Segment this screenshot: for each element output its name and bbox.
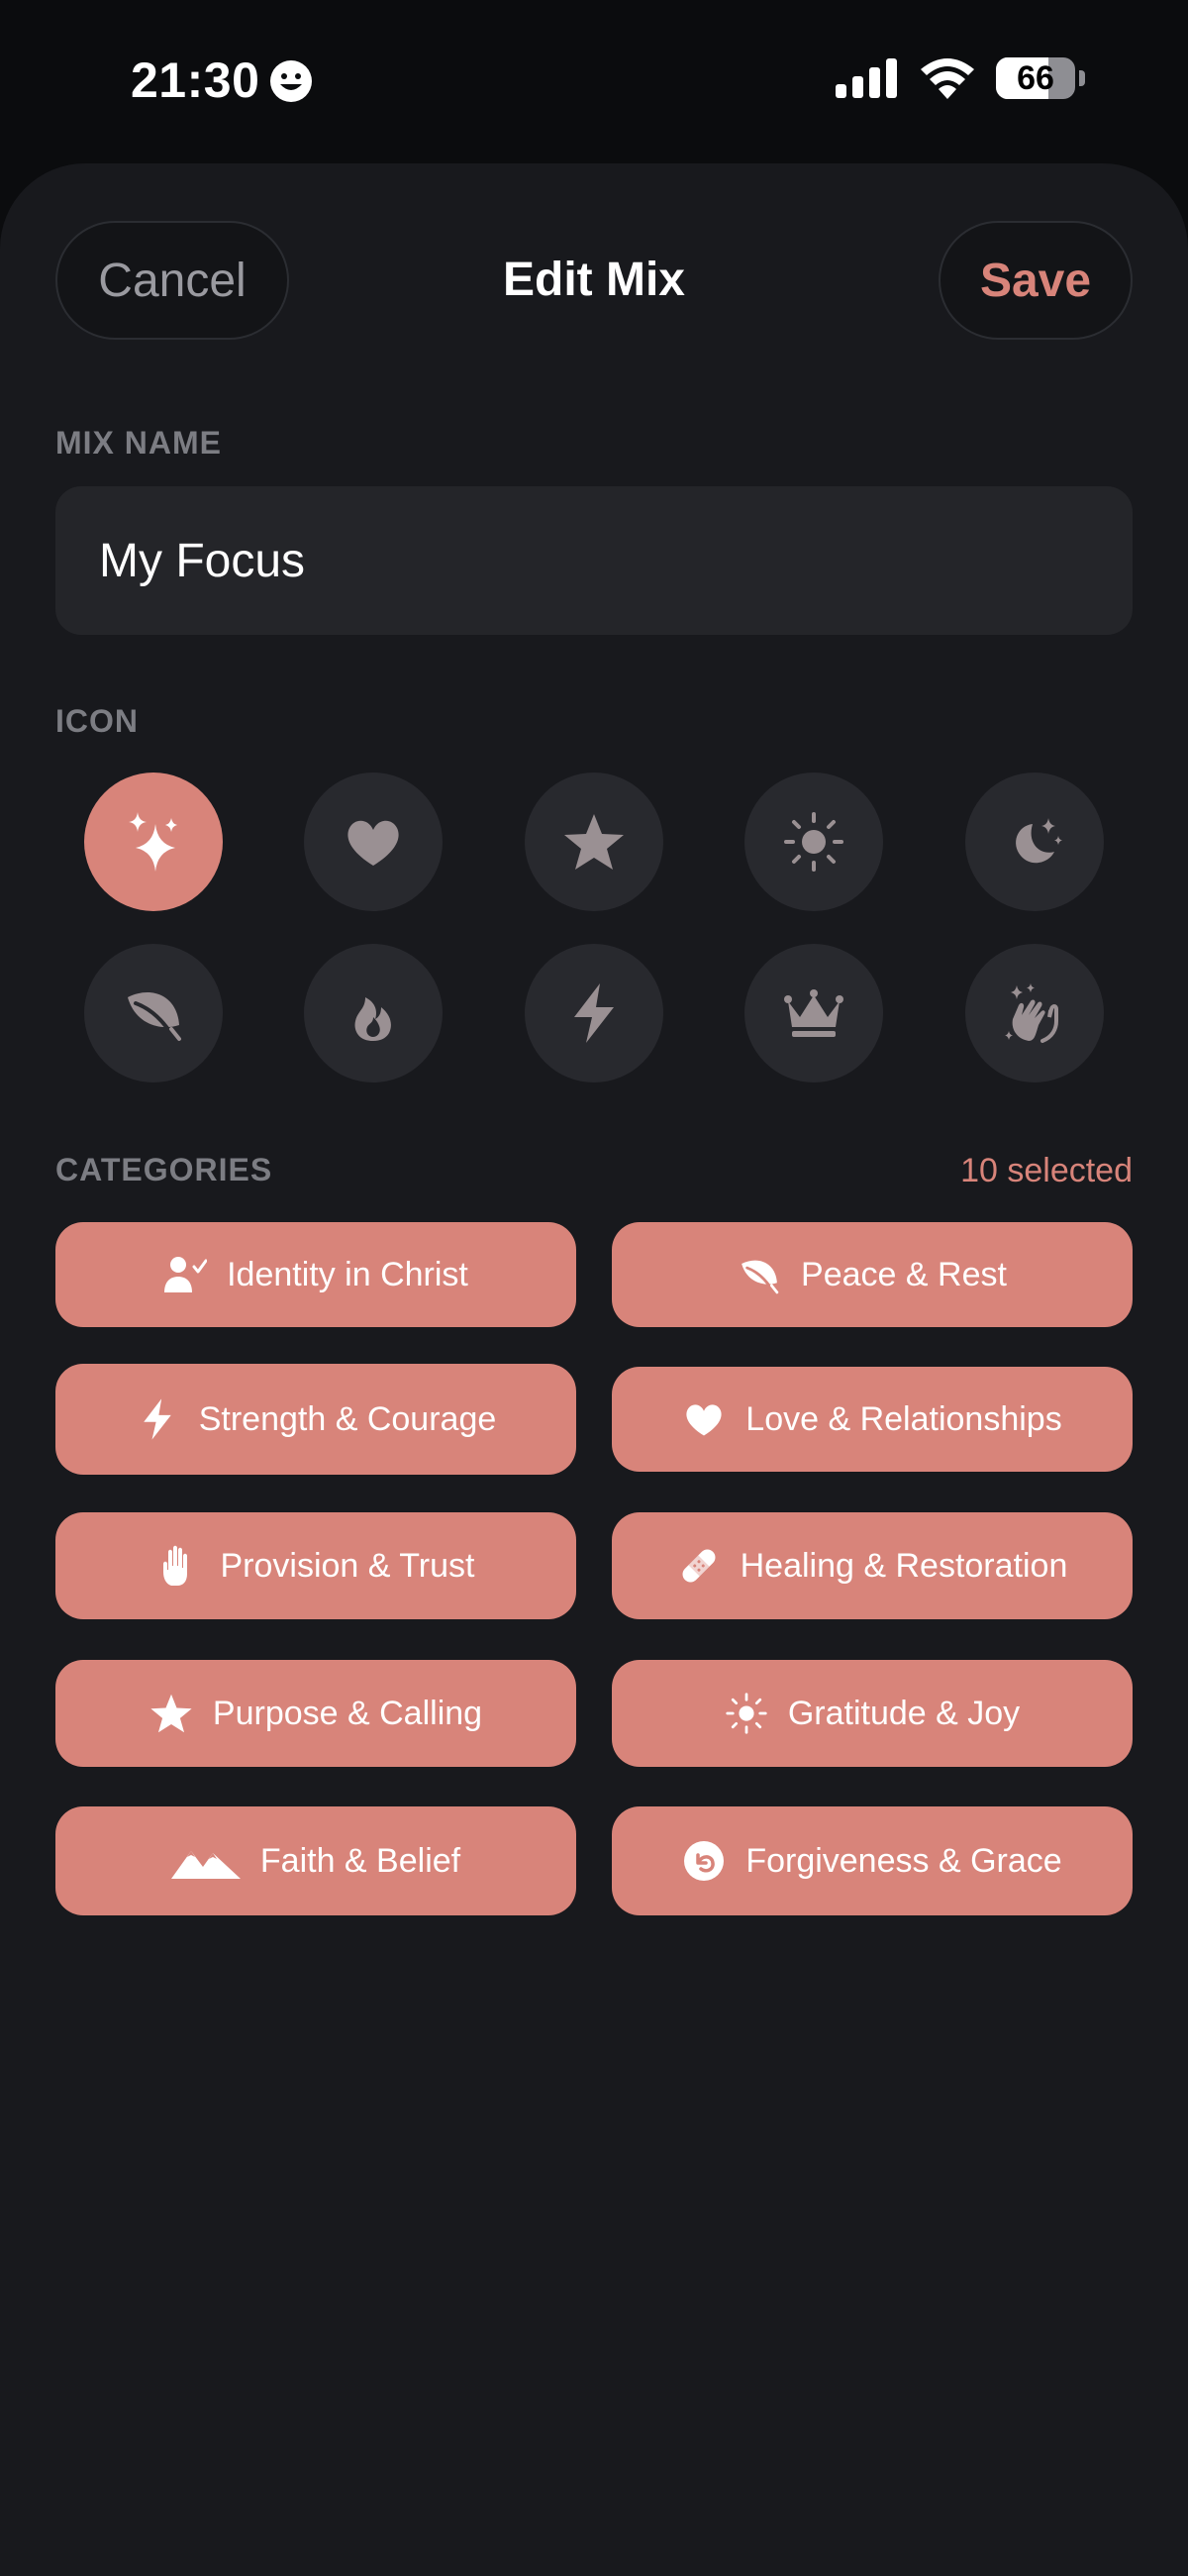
category-label: Forgiveness & Grace — [745, 1841, 1062, 1880]
icon-option-flame[interactable] — [304, 944, 443, 1082]
category-label: Purpose & Calling — [212, 1694, 483, 1732]
icon-option-leaf[interactable] — [84, 944, 223, 1082]
leaf-icon — [128, 992, 181, 1041]
category-chip-strength-courage[interactable]: Strength & Courage — [55, 1364, 576, 1475]
icon-option-sun[interactable] — [744, 773, 883, 911]
battery-level: 66 — [1017, 59, 1054, 97]
icon-option-heart[interactable] — [304, 773, 443, 911]
bolt-icon — [574, 983, 614, 1043]
sun-icon — [726, 1693, 767, 1734]
moon-stars-icon — [1016, 818, 1062, 864]
smiley-face-icon — [270, 60, 312, 102]
heart-icon — [686, 1404, 722, 1436]
star-icon — [564, 814, 624, 870]
category-chip-love-relationships[interactable]: Love & Relationships — [612, 1367, 1133, 1472]
wifi-icon — [921, 58, 974, 99]
category-label: Provision & Trust — [220, 1546, 475, 1585]
category-label: Faith & Belief — [259, 1841, 461, 1880]
status-bar: 21:30 66 — [0, 0, 1188, 158]
mix-name-input[interactable] — [55, 486, 1133, 635]
flame-icon — [354, 997, 391, 1041]
category-label: Love & Relationships — [745, 1399, 1062, 1438]
mix-name-label: MIX NAME — [55, 425, 222, 461]
category-chip-provision-trust[interactable]: Provision & Trust — [55, 1512, 576, 1619]
star-icon — [150, 1694, 192, 1733]
category-chip-healing-restoration[interactable]: Healing & Restoration — [612, 1512, 1133, 1619]
category-chip-forgiveness-grace[interactable]: Forgiveness & Grace — [612, 1806, 1133, 1915]
leaf-icon — [742, 1260, 779, 1294]
category-chip-peace-rest[interactable]: Peace & Rest — [612, 1222, 1133, 1327]
icon-option-bolt[interactable] — [525, 944, 663, 1082]
status-indicators: 66 — [836, 57, 1085, 99]
status-time: 21:30 — [131, 52, 260, 108]
category-chip-purpose-calling[interactable]: Purpose & Calling — [55, 1660, 576, 1767]
mountains-icon — [170, 1851, 241, 1879]
categories-label: CATEGORIES — [55, 1152, 273, 1187]
icon-option-crown[interactable] — [744, 944, 883, 1082]
crown-icon — [784, 989, 843, 1037]
category-chip-identity-in-christ[interactable]: Identity in Christ — [55, 1222, 576, 1327]
person-check-icon — [164, 1257, 208, 1292]
battery-icon: 66 — [996, 57, 1075, 99]
category-chip-gratitude-joy[interactable]: Gratitude & Joy — [612, 1660, 1133, 1767]
icon-option-sparkles[interactable] — [84, 773, 223, 911]
icon-option-hands-clap[interactable] — [965, 944, 1104, 1082]
selected-count: 10 selected — [960, 1152, 1133, 1189]
sun-icon — [784, 812, 843, 872]
bolt-icon — [143, 1398, 171, 1440]
sparkles-icon — [129, 812, 177, 872]
edit-mix-sheet: Cancel Edit Mix Save MIX NAME ICON — [0, 163, 1188, 2576]
category-label: Identity in Christ — [227, 1255, 468, 1293]
icon-option-star[interactable] — [525, 773, 663, 911]
bandage-icon — [682, 1549, 716, 1583]
category-label: Strength & Courage — [198, 1399, 497, 1438]
category-label: Gratitude & Joy — [787, 1694, 1021, 1732]
category-chip-faith-belief[interactable]: Faith & Belief — [55, 1806, 576, 1915]
icon-section-label: ICON — [55, 703, 139, 739]
icon-option-moon-stars[interactable] — [965, 773, 1104, 911]
cellular-signal-icon — [836, 58, 897, 98]
battery-nub — [1079, 70, 1085, 86]
category-label: Healing & Restoration — [740, 1546, 1068, 1585]
hands-clap-icon — [1005, 983, 1058, 1043]
save-button[interactable]: Save — [939, 221, 1133, 340]
hand-icon — [162, 1545, 187, 1586]
category-label: Peace & Rest — [801, 1255, 1007, 1293]
arrow-uturn-circle-icon — [684, 1841, 725, 1881]
heart-icon — [347, 820, 399, 866]
